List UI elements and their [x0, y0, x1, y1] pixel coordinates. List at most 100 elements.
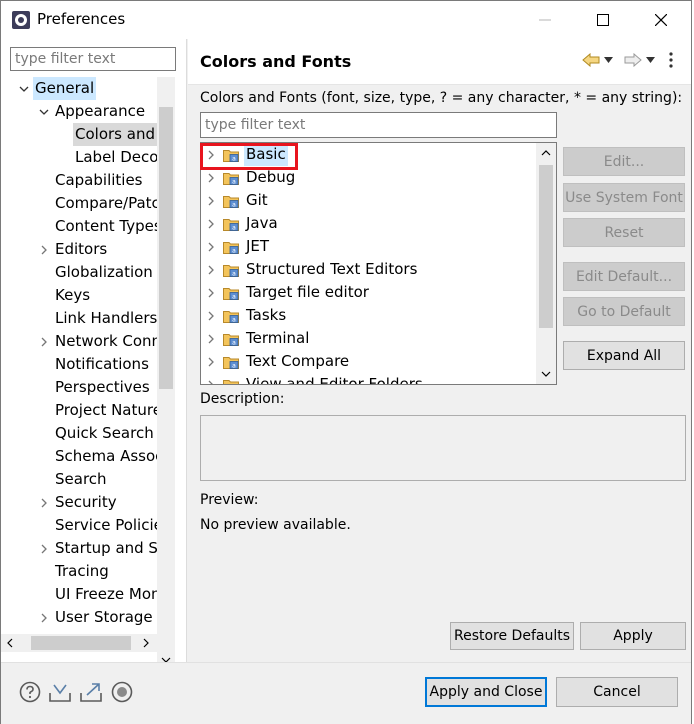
- tree-item[interactable]: Search: [1, 468, 157, 491]
- scrollbar-thumb[interactable]: [539, 165, 553, 328]
- dropdown-arrow-icon: [645, 57, 655, 63]
- category-item[interactable]: a Git: [201, 189, 536, 212]
- tree-collapsed-icon[interactable]: [204, 327, 218, 350]
- tree-expanded-icon[interactable]: [17, 77, 31, 100]
- preference-filter-input[interactable]: [10, 47, 176, 71]
- apply-and-close-button[interactable]: Apply and Close: [425, 677, 547, 707]
- tree-item-label: Link Handlers: [55, 309, 157, 327]
- category-item[interactable]: a Structured Text Editors: [201, 258, 536, 281]
- help-button[interactable]: [18, 680, 42, 704]
- scroll-down-button[interactable]: [536, 364, 556, 384]
- tree-item[interactable]: Keys: [1, 284, 157, 307]
- tree-item-label: Label Decor: [75, 148, 157, 166]
- category-item[interactable]: a Java: [201, 212, 536, 235]
- scroll-right-button[interactable]: [137, 634, 155, 652]
- go-to-default-button[interactable]: Go to Default: [563, 297, 685, 326]
- font-category-folder-icon: a: [223, 193, 240, 209]
- category-item[interactable]: a Tasks: [201, 304, 536, 327]
- tree-collapsed-icon[interactable]: [37, 491, 51, 514]
- export-button[interactable]: [79, 680, 103, 704]
- tree-item[interactable]: Compare/Patch: [1, 192, 157, 215]
- tree-item[interactable]: Security: [1, 491, 157, 514]
- tree-item[interactable]: Globalization: [1, 261, 157, 284]
- view-menu-button[interactable]: [664, 50, 678, 70]
- record-button[interactable]: [110, 680, 134, 704]
- tree-item[interactable]: UI Freeze Mon: [1, 583, 157, 606]
- tree-item[interactable]: Notifications: [1, 353, 157, 376]
- tree-collapsed-icon[interactable]: [204, 212, 218, 235]
- tree-collapsed-icon[interactable]: [204, 235, 218, 258]
- category-item[interactable]: a Terminal: [201, 327, 536, 350]
- tree-item[interactable]: Network Conn: [1, 330, 157, 353]
- colors-fonts-filter-input[interactable]: [200, 112, 557, 138]
- category-item[interactable]: a JET: [201, 235, 536, 258]
- tree-item[interactable]: Project Natures: [1, 399, 157, 422]
- apply-button[interactable]: Apply: [580, 622, 686, 650]
- tree-item[interactable]: Tracing: [1, 560, 157, 583]
- cancel-button[interactable]: Cancel: [556, 677, 678, 707]
- tree-collapsed-icon[interactable]: [37, 606, 51, 629]
- preference-tree-horizontal-scrollbar[interactable]: [1, 634, 175, 652]
- tree-item[interactable]: Editors: [1, 238, 157, 261]
- preview-text: No preview available.: [200, 517, 351, 533]
- category-label: Java: [246, 214, 278, 232]
- expand-all-button[interactable]: Expand All: [563, 341, 685, 370]
- tree-collapsed-icon[interactable]: [204, 350, 218, 373]
- tree-collapsed-icon[interactable]: [204, 258, 218, 281]
- category-item[interactable]: a Target file editor: [201, 281, 536, 304]
- import-button[interactable]: [48, 680, 72, 704]
- tree-item[interactable]: General: [1, 77, 157, 100]
- help-icon: [19, 681, 41, 703]
- tree-collapsed-icon[interactable]: [204, 189, 218, 212]
- category-label: JET: [246, 237, 270, 255]
- tree-item[interactable]: Content Types: [1, 215, 157, 238]
- tree-expanded-icon[interactable]: [37, 100, 51, 123]
- colors-fonts-tree-scrollbar[interactable]: [536, 143, 556, 384]
- tree-item[interactable]: Appearance: [1, 100, 157, 123]
- minimize-button[interactable]: [516, 1, 574, 39]
- tree-collapsed-icon[interactable]: [204, 281, 218, 304]
- restore-defaults-button[interactable]: Restore Defaults: [450, 622, 574, 650]
- edit-default-button[interactable]: Edit Default...: [563, 262, 685, 291]
- back-button[interactable]: [580, 50, 602, 70]
- tree-item[interactable]: Link Handlers: [1, 307, 157, 330]
- tree-item[interactable]: Service Policies: [1, 514, 157, 537]
- category-item[interactable]: a View and Editor Folders: [201, 373, 536, 384]
- forward-button[interactable]: [622, 50, 644, 70]
- back-history-dropdown[interactable]: [601, 50, 615, 70]
- import-icon: [49, 684, 71, 702]
- tree-item-label: Content Types: [55, 217, 157, 235]
- preference-tree-vertical-scrollbar[interactable]: [157, 77, 175, 669]
- category-label: Structured Text Editors: [246, 260, 418, 278]
- category-item[interactable]: a Text Compare: [201, 350, 536, 373]
- reset-button[interactable]: Reset: [563, 218, 685, 247]
- scroll-left-button[interactable]: [1, 634, 19, 652]
- tree-collapsed-icon[interactable]: [37, 330, 51, 353]
- tree-item[interactable]: Colors and: [1, 123, 157, 146]
- use-system-font-button[interactable]: Use System Font: [563, 183, 685, 212]
- tree-collapsed-icon[interactable]: [204, 373, 218, 384]
- tree-item-label: Security: [55, 493, 117, 511]
- forward-history-dropdown[interactable]: [643, 50, 657, 70]
- tree-item-label: Keys: [55, 286, 91, 304]
- tree-item[interactable]: User Storage S: [1, 606, 157, 629]
- close-button[interactable]: [632, 1, 690, 39]
- maximize-button[interactable]: [574, 1, 632, 39]
- tree-item[interactable]: Capabilities: [1, 169, 157, 192]
- tree-item[interactable]: Perspectives: [1, 376, 157, 399]
- forward-arrow-icon: [624, 53, 642, 67]
- tree-collapsed-icon[interactable]: [204, 304, 218, 327]
- tree-item[interactable]: Label Decor: [1, 146, 157, 169]
- record-icon: [111, 681, 133, 703]
- font-category-folder-icon: a: [223, 170, 240, 186]
- tree-item[interactable]: Schema Associ: [1, 445, 157, 468]
- tree-item[interactable]: Quick Search: [1, 422, 157, 445]
- tree-collapsed-icon[interactable]: [37, 238, 51, 261]
- tree-collapsed-icon[interactable]: [37, 537, 51, 560]
- scrollbar-thumb[interactable]: [31, 636, 131, 650]
- tree-item[interactable]: Startup and Sh: [1, 537, 157, 560]
- edit-button[interactable]: Edit...: [563, 147, 685, 176]
- scrollbar-thumb[interactable]: [159, 107, 173, 389]
- tree-item-label: Appearance: [55, 102, 146, 120]
- scroll-up-button[interactable]: [536, 143, 556, 163]
